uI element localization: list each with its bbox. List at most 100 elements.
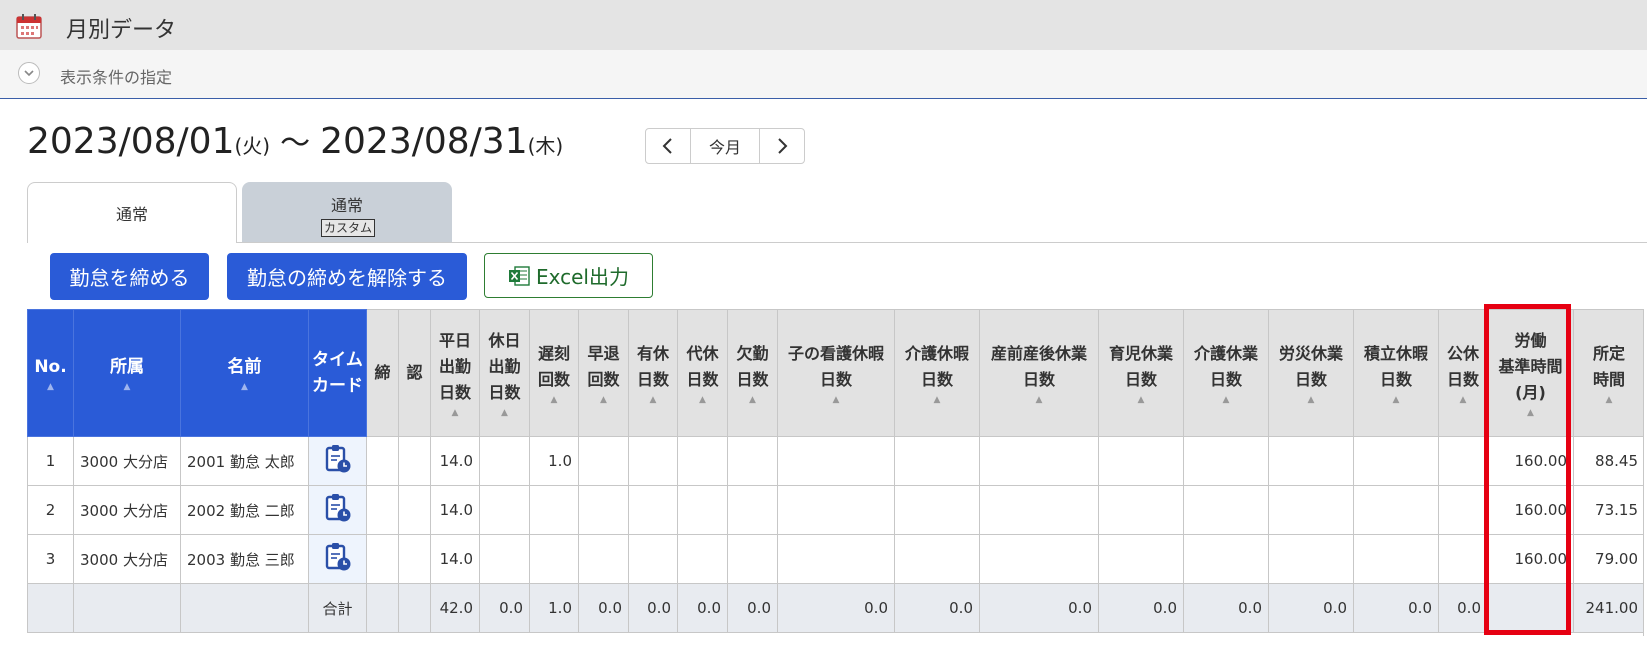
timecard-cell[interactable] — [308, 436, 367, 486]
col-name[interactable]: 名前 ▲ — [180, 309, 309, 437]
hdr-text: 回数 — [587, 370, 620, 389]
hdr-text: 所定 — [1592, 344, 1625, 363]
tab-normal-custom[interactable]: 通常 カスタム — [242, 182, 452, 242]
end-date: 2023/08/31 — [320, 121, 528, 162]
start-date: 2023/08/01 — [27, 121, 235, 162]
cell — [894, 534, 980, 584]
cell — [73, 583, 181, 633]
cell — [366, 583, 399, 633]
col-holiday-days[interactable]: 休日 出勤 日数 ▲ — [479, 309, 530, 437]
sort-icon: ▲ — [933, 395, 941, 405]
chevron-down-icon[interactable] — [18, 62, 40, 84]
hdr-text: 日数 — [819, 370, 852, 389]
hdr-text: 日数 — [1379, 370, 1412, 389]
cell — [1183, 485, 1269, 535]
cell — [27, 583, 74, 633]
timecard-cell[interactable] — [308, 534, 367, 584]
tab-normal[interactable]: 通常 — [27, 182, 237, 243]
col-absence[interactable]: 欠勤 日数 ▲ — [727, 309, 778, 437]
cell-close — [366, 485, 399, 535]
range-separator: 〜 — [280, 126, 311, 161]
next-month-button[interactable] — [760, 129, 804, 163]
cell — [1183, 436, 1269, 486]
cell-dept: 3000 大分店 — [73, 534, 181, 584]
hdr-text: 介護休暇 — [904, 344, 969, 363]
col-late-count[interactable]: 遅刻 回数 ▲ — [529, 309, 579, 437]
start-weekday: (火) — [234, 134, 271, 158]
prev-month-button[interactable] — [646, 129, 690, 163]
cell — [578, 485, 629, 535]
timecard-icon[interactable] — [324, 542, 352, 572]
cell — [628, 485, 678, 535]
col-comp-leave[interactable]: 代休 日数 ▲ — [677, 309, 728, 437]
cell — [398, 583, 431, 633]
timecard-cell[interactable] — [308, 485, 367, 535]
cell — [727, 436, 778, 486]
hdr-text: 早退 — [587, 344, 620, 363]
display-conditions-label[interactable]: 表示条件の指定 — [60, 64, 172, 88]
cell-no: 1 — [27, 436, 74, 486]
sort-icon: ▲ — [241, 382, 248, 392]
close-attendance-button[interactable]: 勤怠を締める — [50, 253, 209, 300]
cell-weekday-days: 14.0 — [430, 436, 480, 486]
cell — [979, 534, 1099, 584]
display-conditions-bar[interactable]: 表示条件の指定 — [0, 50, 1647, 99]
col-approve: 認 — [398, 309, 431, 437]
hdr-text: 日数 — [1446, 370, 1479, 389]
hdr-text: 欠勤 — [736, 344, 769, 363]
timecard-icon[interactable] — [324, 444, 352, 474]
cell — [1098, 485, 1184, 535]
col-maternity-leave[interactable]: 産前産後休業 日数 ▲ — [979, 309, 1099, 437]
cell — [777, 534, 895, 584]
hdr-text: 回数 — [537, 370, 570, 389]
cell — [1353, 436, 1439, 486]
col-standard-hours[interactable]: 労働 基準時間 (月) ▲ — [1487, 309, 1574, 437]
cell-holiday-days — [479, 436, 530, 486]
hdr-text: 平日 — [438, 331, 471, 350]
col-injury-leave[interactable]: 労災休業 日数 ▲ — [1268, 309, 1354, 437]
table-row: 1 3000 大分店 2001 勤怠 太郎 14.0 1.0 160.00 88… — [27, 436, 1645, 486]
cell-approve — [398, 436, 431, 486]
current-month-button[interactable]: 今月 — [690, 129, 760, 163]
cell — [1438, 436, 1488, 486]
col-parental-leave[interactable]: 育児休業 日数 ▲ — [1098, 309, 1184, 437]
col-childcare-leave[interactable]: 子の看護休暇 日数 ▲ — [777, 309, 895, 437]
col-no[interactable]: No. ▲ — [27, 309, 74, 437]
col-paid-leave[interactable]: 有休 日数 ▲ — [628, 309, 678, 437]
col-accumulated-leave[interactable]: 積立休暇 日数 ▲ — [1353, 309, 1439, 437]
timecard-icon[interactable] — [324, 493, 352, 523]
col-dept[interactable]: 所属 ▲ — [73, 309, 181, 437]
cell — [979, 436, 1099, 486]
hdr-text: 日数 — [438, 383, 471, 402]
col-nursing-leave[interactable]: 介護休暇日数 ▲ — [894, 309, 980, 437]
sort-icon: ▲ — [1137, 395, 1145, 405]
total-childcare-leave: 0.0 — [777, 583, 895, 633]
cell — [677, 485, 728, 535]
col-public-holiday[interactable]: 公休 日数 ▲ — [1438, 309, 1488, 437]
cell-holiday-days — [479, 534, 530, 584]
total-parental-leave: 0.0 — [1098, 583, 1184, 633]
cell-weekday-days: 14.0 — [430, 534, 480, 584]
cell — [180, 583, 309, 633]
col-scheduled-hours[interactable]: 所定 時間 ▲ — [1573, 309, 1645, 437]
excel-export-button[interactable]: Excel出力 — [484, 253, 653, 298]
cell — [894, 436, 980, 486]
total-public-holiday: 0.0 — [1438, 583, 1488, 633]
unclose-attendance-button[interactable]: 勤怠の締めを解除する — [227, 253, 467, 300]
cell-approve — [398, 485, 431, 535]
cell-no: 3 — [27, 534, 74, 584]
sort-icon: ▲ — [749, 395, 756, 405]
hdr-text: 産前産後休業 — [990, 344, 1087, 363]
col-weekday-days[interactable]: 平日 出勤 日数 ▲ — [430, 309, 480, 437]
date-range: 2023/08/01(火) 〜 2023/08/31(木) — [27, 118, 563, 162]
excel-export-label: Excel出力 — [536, 265, 629, 289]
sort-icon: ▲ — [1035, 395, 1043, 405]
hdr-text: 時間 — [1592, 370, 1625, 389]
hdr-text: 基準時間 — [1498, 357, 1563, 376]
col-dept-label: 所属 — [110, 357, 144, 377]
hdr-text: 日数 — [920, 370, 953, 389]
cell-standard-hours: 160.00 — [1487, 485, 1574, 535]
col-care-leave[interactable]: 介護休業 日数 ▲ — [1183, 309, 1269, 437]
tab-divider — [237, 242, 1647, 243]
col-early-count[interactable]: 早退 回数 ▲ — [578, 309, 629, 437]
